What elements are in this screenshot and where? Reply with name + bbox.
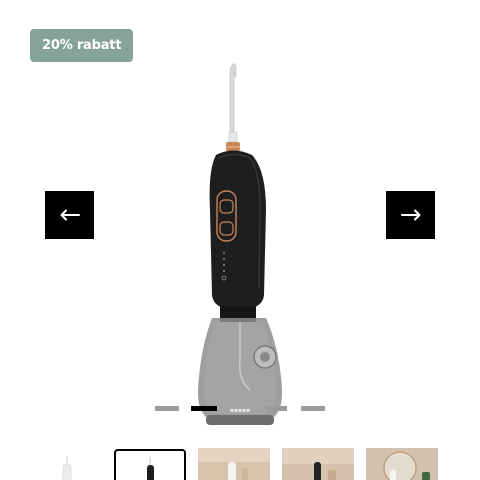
arrow-left-icon (60, 209, 80, 221)
discount-badge: 20% rabatt (30, 29, 134, 62)
carousel-pagination (155, 406, 325, 412)
thumbnail-strip (0, 448, 480, 480)
thumbnail-2[interactable] (114, 449, 186, 480)
carousel-dot-4[interactable] (301, 406, 325, 411)
carousel-dot-1[interactable] (155, 406, 179, 411)
water-flosser-white-thumb (30, 448, 102, 480)
carousel-dot-2[interactable] (191, 406, 217, 411)
lifestyle-photo-thumb (282, 448, 354, 480)
thumbnail-3[interactable] (198, 448, 270, 480)
carousel-dot-3[interactable] (265, 406, 287, 411)
water-flosser-black-thumb (116, 451, 184, 480)
next-image-button[interactable] (386, 191, 435, 239)
thumbnail-4[interactable] (282, 448, 354, 480)
thumbnail-1[interactable] (30, 448, 102, 480)
previous-image-button[interactable] (45, 191, 94, 239)
lifestyle-photo-thumb (198, 448, 270, 480)
thumbnail-5[interactable] (366, 448, 438, 480)
arrow-right-icon (400, 209, 420, 221)
water-flosser-image: ▪▪▪▪▪ (197, 63, 283, 425)
product-gallery: 20% rabatt ▪▪▪▪▪ (0, 0, 480, 440)
bathroom-photo-thumb (366, 448, 438, 480)
